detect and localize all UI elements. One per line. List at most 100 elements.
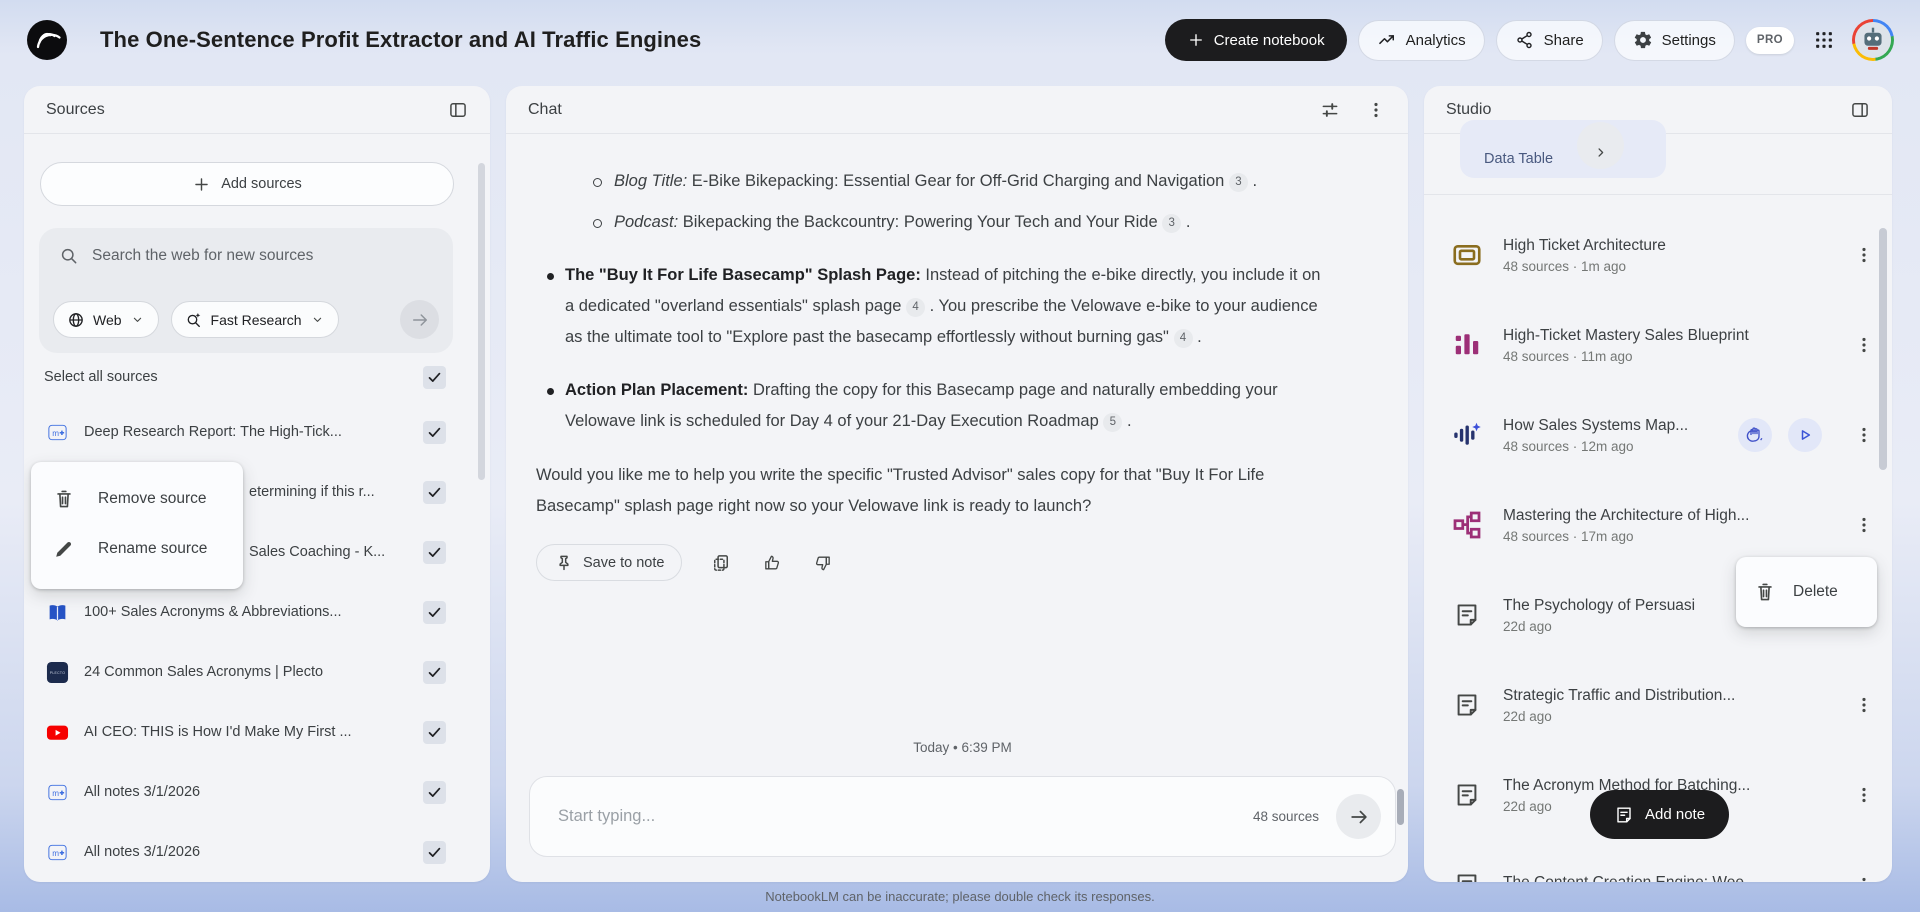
studio-item[interactable]: Strategic Traffic and Distribution... 22… [1424,660,1892,750]
thumbs-down-button[interactable] [811,551,835,575]
source-checkbox[interactable] [423,540,446,564]
data-table-expand-button[interactable] [1577,122,1624,169]
source-title: Sales Coaching - K... [249,544,386,560]
chat-settings-button[interactable] [1318,98,1342,122]
share-label: Share [1543,31,1584,49]
source-checkbox[interactable] [423,660,446,684]
citation-chip[interactable]: 4 [1173,329,1193,348]
notebook-title[interactable]: The One-Sentence Profit Extractor and AI… [100,27,701,53]
studio-item-menu-button[interactable] [1848,689,1880,721]
studio-item[interactable]: High-Ticket Mastery Sales Blueprint 48 s… [1424,300,1892,390]
share-button[interactable]: Share [1495,19,1603,61]
user-avatar[interactable] [1852,19,1894,61]
create-notebook-button[interactable]: Create notebook [1164,19,1347,61]
source-checkbox[interactable] [423,480,446,504]
source-checkbox[interactable] [423,840,446,864]
studio-item[interactable]: How Sales Systems Map... 48 sources · 12… [1424,390,1892,480]
chat-closing-paragraph: Would you like me to help you write the … [536,466,1265,515]
note-doc-icon [1614,805,1634,825]
chat-input-area: Today • 6:39 PM 48 sources [506,740,1408,882]
studio-item-title: Strategic Traffic and Distribution... [1503,686,1736,704]
source-checkbox[interactable] [423,720,446,744]
studio-item-meta: 48 sources · 12m ago [1503,438,1634,454]
analytics-button[interactable]: Analytics [1357,19,1485,61]
studio-item-menu-button[interactable] [1848,869,1880,882]
studio-item[interactable]: The Content Creation Engine: Wee... [1424,840,1892,882]
add-sources-button[interactable]: Add sources [40,162,454,206]
source-checkbox[interactable] [423,600,446,624]
studio-item-menu-button[interactable] [1848,329,1880,361]
studio-item-menu-button[interactable] [1848,239,1880,271]
citation-chip[interactable]: 4 [906,298,926,317]
research-mode-dropdown[interactable]: Fast Research [170,301,339,338]
chat-scrollbar[interactable] [1397,789,1404,825]
note-doc-icon [1453,601,1481,629]
source-title: All notes 3/1/2026 [84,844,201,860]
source-list-item[interactable]: All notes 3/1/2026 [24,822,490,882]
citation-chip[interactable]: 3 [1228,173,1248,192]
source-list-item[interactable]: 100+ Sales Acronyms & Abbreviations... [24,582,490,642]
share-icon [1515,30,1535,50]
source-title: Deep Research Report: The High-Tick... [84,424,342,440]
source-checkbox[interactable] [423,780,446,804]
web-search-input[interactable] [92,247,435,265]
send-message-button[interactable] [1336,794,1381,839]
rename-source-menu-item[interactable]: Rename source [31,524,243,574]
web-filter-dropdown[interactable]: Web [53,301,159,338]
sources-scrollbar[interactable] [478,163,485,480]
check-icon [426,724,443,741]
remove-source-menu-item[interactable]: Remove source [31,474,243,524]
studio-item-menu-button[interactable] [1848,509,1880,541]
google-apps-grid-button[interactable] [1813,29,1835,51]
source-context-menu: Remove source Rename source [31,462,243,589]
add-sources-label: Add sources [221,176,302,192]
collapse-studio-panel-button[interactable] [1848,98,1872,122]
check-icon [426,369,443,386]
studio-item-title: Mastering the Architecture of High... [1503,506,1750,524]
kebab-menu-icon [1854,695,1874,715]
chat-input[interactable] [558,807,1236,826]
select-all-checkbox[interactable] [423,365,446,389]
notebooklm-logo-icon[interactable] [26,19,68,61]
trending-up-icon [1377,30,1397,50]
delete-menu-label: Delete [1793,583,1838,600]
top-bar: The One-Sentence Profit Extractor and AI… [0,0,1920,80]
note-doc-icon [1453,781,1481,809]
source-checkbox[interactable] [423,420,446,444]
studio-scrollbar[interactable] [1879,228,1887,470]
chat-panel-body: Blog Title: E-Bike Bikepacking: Essentia… [506,134,1408,882]
copy-response-button[interactable] [709,551,733,575]
chat-menu-button[interactable] [1364,98,1388,122]
source-list-item[interactable]: 24 Common Sales Acronyms | Plecto [24,642,490,702]
collapse-sources-panel-button[interactable] [446,98,470,122]
select-all-row: Select all sources [44,357,446,397]
message-actions-row: Save to note [536,544,1324,581]
studio-divider [1424,194,1892,195]
source-list-item[interactable]: AI CEO: THIS is How I'd Make My First ..… [24,702,490,762]
play-audio-button[interactable] [1788,418,1822,452]
studio-item-menu-button[interactable] [1848,779,1880,811]
sources-panel-title: Sources [46,100,105,118]
sources-panel-body: Add sources Web Fast Research [24,134,490,882]
add-note-label: Add note [1645,806,1706,823]
pencil-icon [53,538,75,560]
citation-chip[interactable]: 5 [1103,413,1123,432]
studio-item-context-menu[interactable]: Delete [1736,557,1877,627]
data-table-chip[interactable]: Data Table [1460,120,1666,178]
source-list-item[interactable]: Deep Research Report: The High-Tick... [24,402,490,462]
kebab-menu-icon [1854,335,1874,355]
settings-button[interactable]: Settings [1613,19,1735,61]
kebab-menu-icon [1854,245,1874,265]
submit-search-button[interactable] [400,300,439,339]
add-note-button[interactable]: Add note [1590,790,1730,839]
thumbs-up-button[interactable] [760,551,784,575]
sub-bullet-suffix: . [1247,172,1258,190]
note-source-icon [46,781,69,804]
studio-item-menu-button[interactable] [1848,419,1880,451]
studio-item[interactable]: High Ticket Architecture 48 sources · 1m… [1424,210,1892,300]
interactive-mode-button[interactable] [1738,418,1772,452]
source-list-item[interactable]: All notes 3/1/2026 [24,762,490,822]
citation-chip[interactable]: 3 [1162,214,1182,233]
studio-panel: Studio Data Table High Ticket Architectu… [1424,86,1892,882]
save-to-note-button[interactable]: Save to note [536,544,683,581]
